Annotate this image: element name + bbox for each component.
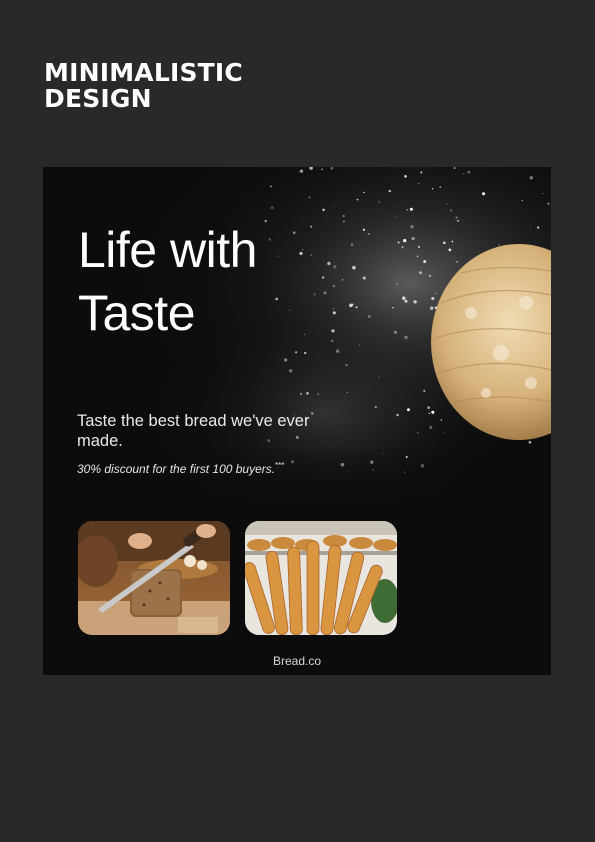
baguettes-photo bbox=[245, 521, 397, 635]
discount-footnote-mark: *** bbox=[275, 461, 285, 470]
poster-title-line-1: Life with bbox=[78, 222, 257, 278]
page: MINIMALISTIC DESIGN Life with Taste Tast… bbox=[0, 0, 595, 842]
poster-title: Life with Taste bbox=[78, 219, 257, 345]
brand-name: Bread.co bbox=[272, 654, 322, 668]
bread-cutting-photo bbox=[78, 521, 230, 635]
bread-poster: Life with Taste Taste the best bread we'… bbox=[43, 167, 551, 675]
page-heading: MINIMALISTIC DESIGN bbox=[44, 60, 243, 112]
poster-title-line-2: Taste bbox=[78, 285, 196, 341]
heading-line-2: DESIGN bbox=[44, 84, 152, 113]
poster-tagline: Taste the best bread we've ever made. bbox=[77, 412, 310, 450]
discount-label: 30% discount for the first 100 buyers. bbox=[77, 462, 276, 476]
discount-text: 30% discount for the first 100 buyers.**… bbox=[77, 461, 284, 476]
heading-line-1: MINIMALISTIC bbox=[44, 58, 243, 87]
